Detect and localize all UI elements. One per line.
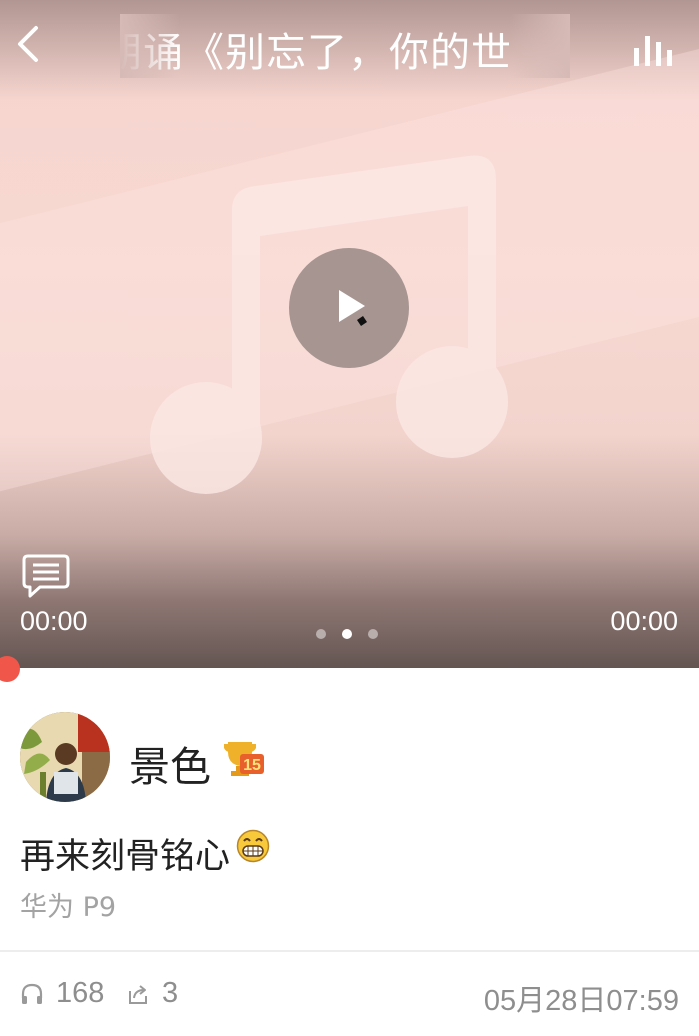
page-dot (368, 629, 378, 639)
username[interactable]: 景色 (129, 733, 211, 793)
page-indicator (316, 629, 378, 639)
grin-emoji-icon (236, 829, 270, 863)
title-marquee: 朗诵《别忘了，你的世 (120, 14, 570, 78)
post-text: 再来刻骨铭心 (20, 837, 231, 877)
level-badge-text: 15 (243, 757, 261, 774)
title-fade-left (120, 14, 180, 78)
play-icon (339, 290, 367, 326)
current-time: 00:00 (20, 606, 88, 636)
listen-count: 168 (56, 977, 105, 1009)
audio-player[interactable]: 朗诵《别忘了，你的世 00:00 00:00 (0, 0, 699, 668)
headphones-icon (21, 983, 43, 1004)
avatar[interactable] (20, 712, 110, 802)
level-badge-icon: 15 (224, 742, 264, 776)
progress-handle[interactable] (0, 656, 20, 682)
stats-bar: 168 3 05月28日07:59 (0, 952, 699, 1036)
page-dot-active (342, 629, 352, 639)
back-button[interactable] (8, 22, 48, 66)
play-button[interactable] (289, 248, 409, 368)
comment-icon[interactable] (22, 553, 72, 599)
share-icon[interactable] (126, 982, 150, 1006)
share-count: 3 (162, 977, 179, 1009)
post-timestamp: 05月28日07:59 (483, 985, 679, 1017)
title-fade-right (510, 14, 570, 78)
back-arrow-icon (18, 26, 38, 62)
device-label: 华为 P9 (20, 892, 117, 923)
total-time: 00:00 (610, 606, 678, 636)
page-dot (316, 629, 326, 639)
avatar-photo (20, 712, 110, 802)
bar-chart-icon[interactable] (632, 30, 678, 68)
